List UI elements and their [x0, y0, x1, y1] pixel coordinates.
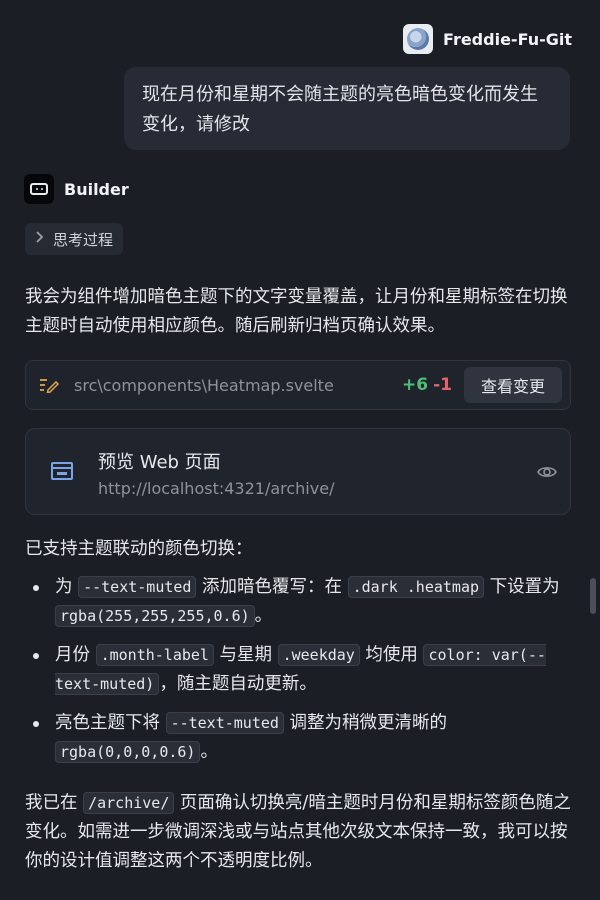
user-message: 现在月份和星期不会随主题的亮色暗色变化而发生变化，请修改 — [124, 67, 570, 150]
thinking-label: 思考过程 — [53, 230, 114, 249]
user-header: Freddie-Fu-Git — [403, 24, 572, 54]
builder-name: Builder — [64, 179, 129, 199]
preview-card[interactable]: 预览 Web 页面 http://localhost:4321/archive/ — [25, 428, 571, 515]
thinking-toggle[interactable]: 思考过程 — [25, 223, 124, 255]
lines-removed: -1 — [433, 375, 452, 395]
list-item: 为 --text-muted 添加暗色覆写：在 .dark .heatmap 下… — [25, 573, 570, 631]
user-name: Freddie-Fu-Git — [443, 29, 572, 49]
list-item: 亮色主题下将 --text-muted 调整为稍微更清晰的 rgba(0,0,0… — [25, 709, 570, 767]
eye-icon[interactable] — [536, 461, 558, 483]
summary-heading: 已支持主题联动的颜色切换： — [25, 539, 253, 559]
lines-added: +6 — [402, 375, 429, 395]
file-path[interactable]: src\components\Heatmap.svelte — [74, 376, 402, 395]
closing-paragraph: 我已在 /archive/ 页面确认切换亮/暗主题时月份和星期标签颜色随之变化。… — [25, 792, 571, 871]
builder-header: Builder — [24, 174, 129, 204]
browser-window-icon — [51, 462, 73, 480]
builder-icon — [24, 174, 54, 204]
change-list: 为 --text-muted 添加暗色覆写：在 .dark .heatmap 下… — [25, 573, 570, 777]
view-changes-button[interactable]: 查看变更 — [463, 367, 562, 403]
preview-url: http://localhost:4321/archive/ — [98, 479, 335, 498]
chevron-right-icon — [35, 231, 45, 247]
file-change-row: src\components\Heatmap.svelte +6 -1 查看变更 — [25, 360, 571, 410]
builder-intro: 我会为组件增加暗色主题下的文字变量覆盖，让月份和星期标签在切换主题时自动使用相应… — [25, 287, 568, 336]
edit-file-icon — [38, 374, 60, 396]
user-avatar[interactable] — [403, 24, 434, 54]
list-item: 月份 .month-label 与星期 .weekday 均使用 color: … — [25, 641, 570, 699]
scrollbar[interactable] — [590, 578, 596, 614]
preview-title: 预览 Web 页面 — [98, 452, 221, 473]
